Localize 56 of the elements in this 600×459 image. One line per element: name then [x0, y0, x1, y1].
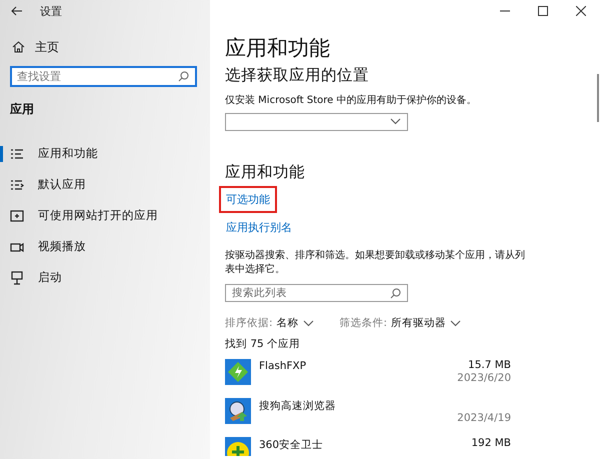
sidebar-item-label: 启动: [38, 270, 62, 285]
source-dropdown[interactable]: [225, 113, 408, 131]
sidebar-item-label: 视频播放: [38, 239, 86, 254]
section-heading: 应用: [9, 101, 35, 118]
app-date: 2023/6/20: [457, 372, 511, 386]
sidebar-item-label: 默认应用: [38, 177, 86, 192]
back-arrow-icon[interactable]: [11, 6, 23, 16]
link[interactable]: 应用执行别名: [219, 214, 299, 242]
sidebar-item[interactable]: 视频播放: [0, 231, 210, 262]
shield-icon: [225, 437, 251, 456]
close-icon: [576, 6, 586, 16]
home-link[interactable]: 主页: [0, 36, 210, 58]
app-row[interactable]: 360安全卫士 192 MB: [225, 437, 511, 459]
app-row[interactable]: FlashFXP 15.7 MB 2023/6/20: [225, 359, 511, 386]
app-count: 找到 75 个应用: [225, 337, 302, 352]
search-placeholder: 搜索此列表: [232, 286, 287, 300]
link[interactable]: 可选功能: [219, 186, 277, 214]
home-icon: [12, 41, 25, 53]
app-date: 2023/4/19: [457, 412, 511, 424]
list-icon: [10, 146, 24, 160]
search-placeholder: 查找设置: [17, 69, 61, 84]
app-row[interactable]: 搜狗高速浏览器 2023/4/19: [225, 398, 511, 424]
app-size: 192 MB: [471, 437, 511, 452]
window-title: 设置: [40, 4, 62, 18]
sidebar-item-label: 应用和功能: [38, 146, 98, 161]
sidebar-item[interactable]: 可使用网站打开的应用: [0, 200, 210, 231]
sidebar-item[interactable]: 应用和功能: [0, 138, 210, 169]
filter-dropdown[interactable]: 筛选条件: 所有驱动器: [340, 316, 462, 330]
sort-dropdown[interactable]: 排序依据: 名称: [225, 316, 314, 330]
app-icon: [225, 359, 251, 386]
chevron-icon: [302, 320, 314, 327]
section-heading: 选择获取应用的位置: [225, 65, 370, 86]
app-name: 搜狗高速浏览器: [259, 399, 336, 414]
scrollbar[interactable]: [597, 74, 599, 122]
sidebar-item[interactable]: 默认应用: [0, 169, 210, 200]
window-icon: [10, 208, 24, 222]
search-field[interactable]: 搜索此列表: [225, 284, 408, 302]
description-text: 按驱动器搜索、排序和筛选。如果想要卸载或移动某个应用，请从列表中选择它。: [225, 249, 525, 278]
sidebar-item-label: 可使用网站打开的应用: [38, 208, 158, 223]
home-label: 主页: [35, 38, 59, 56]
app-size: 15.7 MB: [468, 359, 511, 372]
maximize-icon: [538, 6, 548, 16]
page-title: 应用和功能: [225, 35, 331, 62]
sidebar-item[interactable]: 启动: [0, 262, 210, 293]
description-text: 仅安装 Microsoft Store 中的应用有助于保护你的设备。: [225, 94, 478, 108]
app-name: FlashFXP: [259, 360, 306, 374]
browser-icon: [225, 398, 251, 424]
startup-icon: [10, 270, 24, 284]
app-name: 360安全卫士: [259, 438, 324, 454]
chevron-icon: [390, 118, 401, 126]
search-icon: [178, 71, 189, 82]
section-heading: 应用和功能: [225, 162, 306, 183]
search-icon: [390, 288, 401, 299]
search-field[interactable]: 查找设置: [10, 66, 197, 87]
chevron-icon: [450, 320, 462, 327]
list-icon: [10, 178, 24, 192]
